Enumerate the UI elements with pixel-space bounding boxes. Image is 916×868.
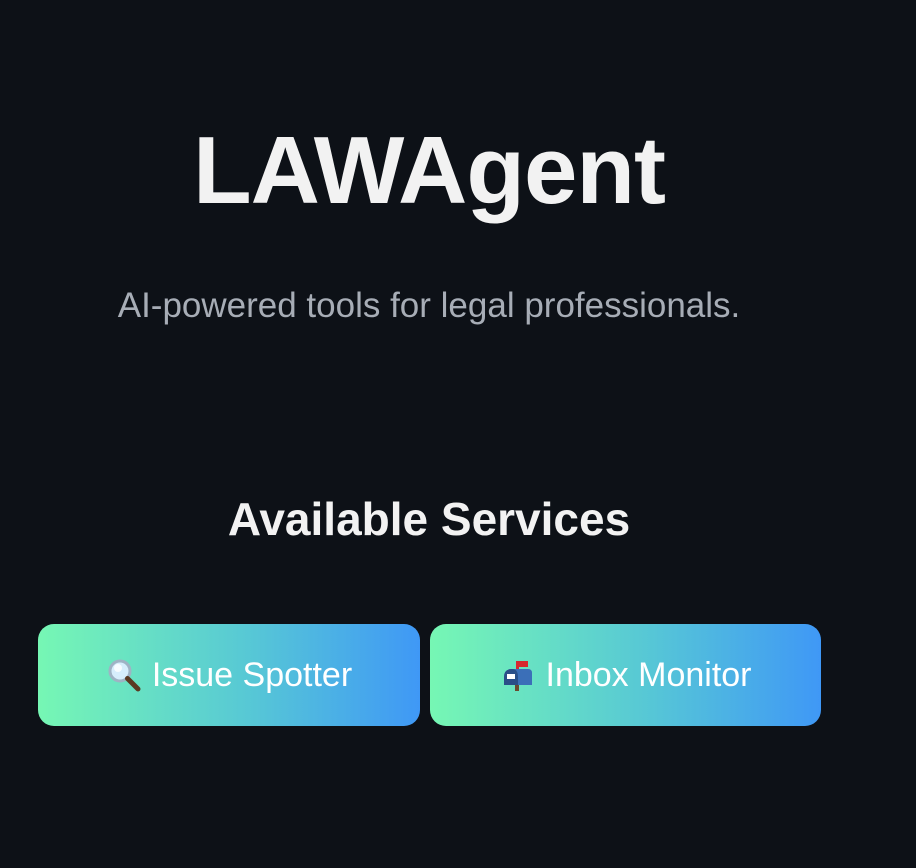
landing-page: LAWAgent AI-powered tools for legal prof… [0, 0, 916, 868]
inbox-monitor-label: Inbox Monitor [545, 656, 752, 694]
services-list: Issue Spotter Inbox Monitor [38, 624, 821, 726]
mailbox-icon [500, 657, 536, 693]
app-title: LAWAgent [193, 117, 666, 224]
issue-spotter-label: Issue Spotter [151, 656, 353, 694]
issue-spotter-button[interactable]: Issue Spotter [38, 624, 420, 726]
services-heading: Available Services [227, 493, 631, 545]
magnifying-glass-icon [106, 657, 142, 693]
app-tagline: AI-powered tools for legal professionals… [117, 286, 741, 325]
inbox-monitor-button[interactable]: Inbox Monitor [430, 624, 821, 726]
